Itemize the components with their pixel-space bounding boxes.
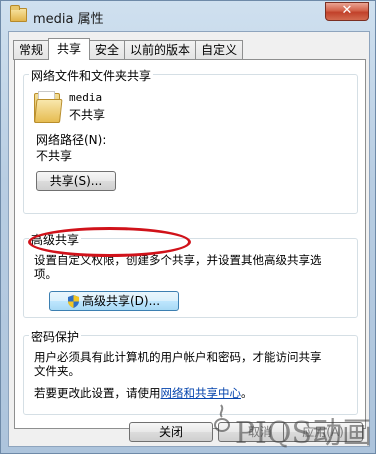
advanced-sharing-button[interactable]: 高级共享(D)... — [49, 291, 179, 311]
advanced-sharing-description: 设置自定义权限，创建多个共享，并设置其他高级共享选 项。 — [34, 253, 322, 281]
tab-general[interactable]: 常规 — [13, 40, 50, 60]
folder-name: media — [69, 91, 103, 104]
close-window-button[interactable]: ✕ — [325, 2, 369, 21]
title-bar[interactable]: media 属性 ✕ — [1, 1, 375, 31]
network-path-label: 网络路径(N): — [36, 133, 107, 147]
network-path-value: 不共享 — [36, 149, 73, 163]
network-sharing-center-link[interactable]: 网络和共享中心 — [161, 386, 242, 400]
password-protection-title: 密码保护 — [29, 328, 82, 345]
password-line3-suffix: 。 — [241, 386, 253, 400]
shared-folder-icon — [34, 91, 63, 123]
password-protection-group: 密码保护 用户必须具有此计算机的用户帐户和密码，才能访问共享 文件夹。 若要更改… — [23, 328, 358, 415]
advanced-description-line2: 项。 — [34, 267, 57, 281]
password-protection-text: 用户必须具有此计算机的用户帐户和密码，才能访问共享 文件夹。 若要更改此设置，请… — [34, 350, 322, 400]
tab-customize[interactable]: 自定义 — [195, 40, 244, 60]
tab-security[interactable]: 安全 — [89, 40, 126, 60]
tab-strip: 常规 共享 安全 以前的版本 自定义 — [13, 38, 244, 60]
password-line3-prefix: 若要更改此设置，请使用 — [34, 386, 161, 400]
folder-share-status: 不共享 — [69, 108, 106, 122]
password-text-line3: 若要更改此设置，请使用网络和共享中心。 — [34, 386, 322, 400]
watermark-logo-icon — [212, 403, 232, 433]
highlight-ellipse — [28, 227, 191, 257]
window-title: media 属性 — [33, 12, 104, 27]
properties-window: media 属性 ✕ 常规 共享 安全 以前的版本 自定义 网络文件和文件夹共享… — [0, 0, 376, 454]
tab-previous-versions[interactable]: 以前的版本 — [124, 40, 197, 60]
network-sharing-title: 网络文件和文件夹共享 — [29, 67, 154, 84]
share-button[interactable]: 共享(S)... — [36, 171, 116, 191]
advanced-sharing-button-label: 高级共享(D)... — [81, 294, 161, 308]
uac-shield-icon — [67, 294, 79, 308]
close-button[interactable]: 关闭 — [129, 422, 213, 442]
password-text-line1: 用户必须具有此计算机的用户帐户和密码，才能访问共享 — [34, 350, 322, 364]
folder-icon — [10, 5, 27, 22]
watermark: PIQS动画 — [234, 416, 372, 451]
tab-sharing[interactable]: 共享 — [48, 38, 91, 60]
password-text-line2: 文件夹。 — [34, 364, 80, 378]
network-sharing-group: 网络文件和文件夹共享 media 不共享 网络路径(N): 不共享 共享(S).… — [23, 67, 358, 214]
